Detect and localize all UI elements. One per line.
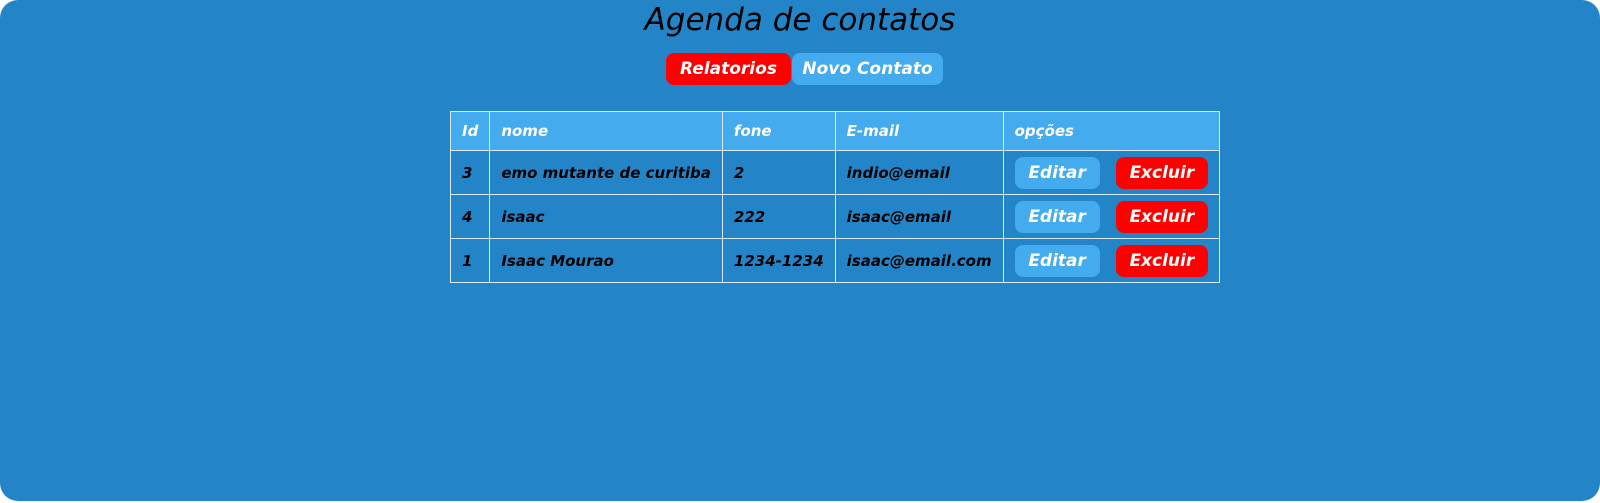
contacts-table: Id nome fone E-mail opções 3 emo mutante… (449, 111, 1220, 283)
delete-button[interactable]: Excluir (1115, 156, 1208, 189)
cell-id: 1 (449, 238, 491, 283)
cell-opcoes: Editar Excluir (1002, 150, 1220, 195)
edit-button[interactable]: Editar (1014, 200, 1100, 233)
delete-button[interactable]: Excluir (1115, 200, 1208, 233)
header-email: E-mail (834, 111, 1004, 151)
edit-button[interactable]: Editar (1014, 244, 1100, 277)
page-title: Agenda de contatos (644, 2, 956, 38)
table-row: 1 Isaac Mourao 1234-1234 isaac@email.com… (449, 238, 1220, 283)
header-fone: fone (721, 111, 836, 151)
edit-button[interactable]: Editar (1014, 156, 1100, 189)
cell-email: isaac@email (834, 194, 1004, 239)
cell-id: 4 (449, 194, 491, 239)
app-container: Agenda de contatos Relatorios Novo Conta… (0, 0, 1600, 501)
cell-nome: emo mutante de curitiba (489, 150, 723, 195)
relatorios-button[interactable]: Relatorios (666, 53, 791, 85)
header-nome: nome (489, 111, 723, 151)
delete-button[interactable]: Excluir (1115, 244, 1208, 277)
cell-fone: 222 (721, 194, 836, 239)
table-row: 4 isaac 222 isaac@email Editar Excluir (449, 194, 1220, 239)
header-id: Id (449, 111, 491, 151)
cell-email: isaac@email.com (834, 238, 1004, 283)
table-row: 3 emo mutante de curitiba 2 indio@email … (449, 150, 1220, 195)
cell-fone: 1234-1234 (721, 238, 836, 283)
top-nav: Relatorios Novo Contato (666, 53, 943, 85)
cell-fone: 2 (721, 150, 836, 195)
table-header-row: Id nome fone E-mail opções (449, 111, 1220, 151)
cell-email: indio@email (834, 150, 1004, 195)
novo-contato-button[interactable]: Novo Contato (792, 53, 943, 85)
cell-opcoes: Editar Excluir (1002, 238, 1220, 283)
cell-nome: isaac (489, 194, 723, 239)
header-opcoes: opções (1002, 111, 1220, 151)
cell-opcoes: Editar Excluir (1002, 194, 1220, 239)
cell-nome: Isaac Mourao (489, 238, 723, 283)
cell-id: 3 (449, 150, 491, 195)
